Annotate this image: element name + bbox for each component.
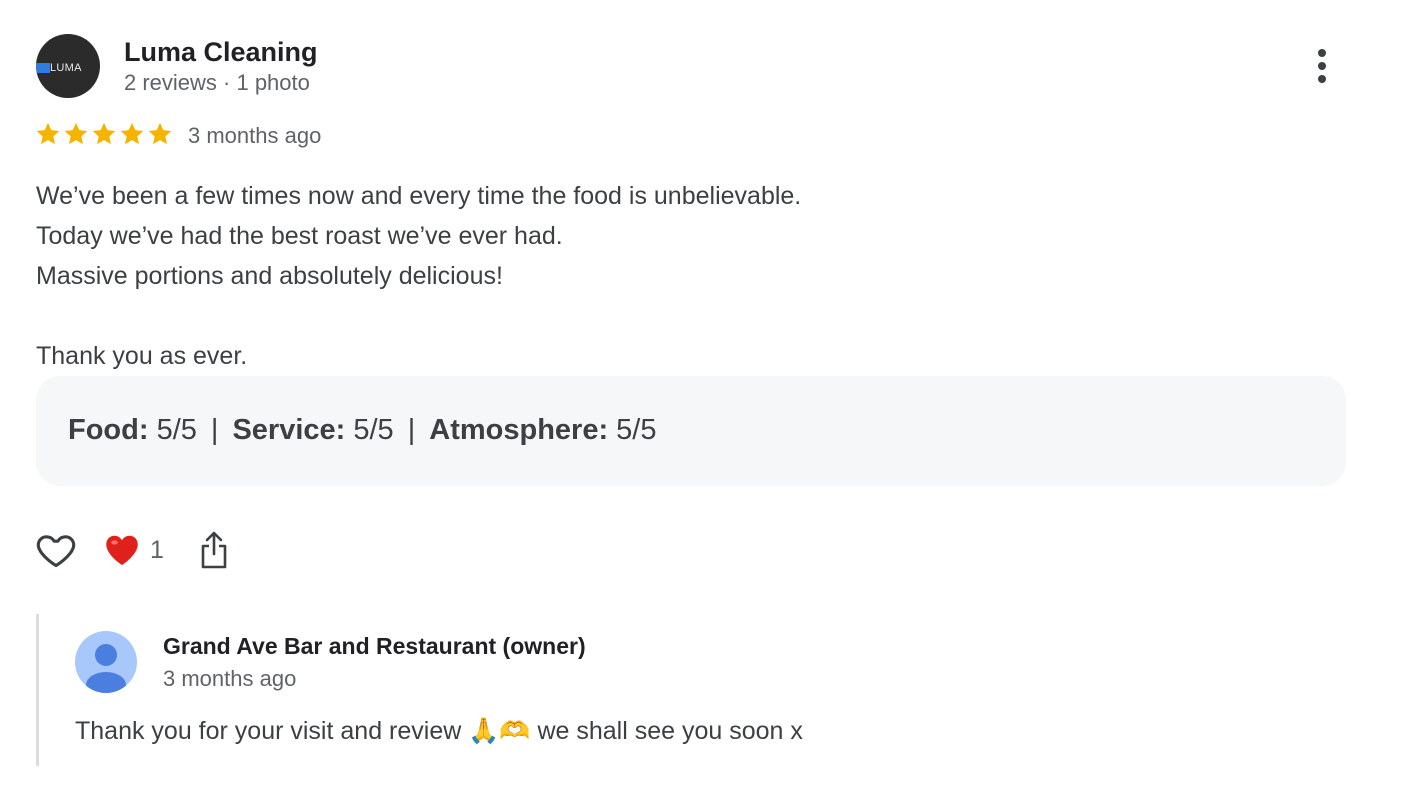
star-icon bbox=[36, 122, 60, 145]
more-vert-icon-dot bbox=[1318, 62, 1326, 70]
more-options-button[interactable] bbox=[1300, 44, 1344, 88]
star-rating bbox=[34, 120, 174, 148]
red-heart-emoji-icon bbox=[106, 535, 138, 565]
share-icon bbox=[201, 531, 227, 569]
reply-text-start: Thank you for your visit and review bbox=[75, 717, 469, 745]
reaction-summary[interactable]: 1 bbox=[104, 532, 164, 568]
reaction-count: 1 bbox=[150, 536, 164, 564]
sub-ratings-line: Food: 5/5 | Service: 5/5 | Atmosphere: 5/5 bbox=[68, 412, 657, 448]
sub-rating-value: 5/5 bbox=[353, 414, 394, 446]
sub-rating-label: Atmosphere: bbox=[429, 414, 609, 446]
sub-rating-value: 5/5 bbox=[616, 414, 657, 446]
owner-reply-text: Thank you for your visit and review 🙏🫶 w… bbox=[75, 714, 803, 748]
like-button[interactable] bbox=[34, 528, 78, 572]
review-line: Thank you as ever. bbox=[36, 342, 248, 370]
sub-rating-label: Food: bbox=[68, 414, 149, 446]
separator: | bbox=[210, 414, 219, 446]
more-vert-icon-dot bbox=[1318, 75, 1326, 83]
review-card: LUMA Luma Cleaning 2 reviews · 1 photo 3… bbox=[0, 0, 1414, 796]
more-vert-icon-dot bbox=[1318, 49, 1326, 57]
star-icon bbox=[92, 122, 116, 145]
sub-rating-label: Service: bbox=[232, 414, 346, 446]
star-icon bbox=[148, 122, 172, 145]
heart-outline-icon bbox=[36, 535, 76, 568]
sub-ratings-box: Food: 5/5 | Service: 5/5 | Atmosphere: 5/5 bbox=[36, 376, 1346, 486]
owner-reply: Grand Ave Bar and Restaurant (owner) 3 m… bbox=[36, 614, 1139, 766]
avatar-logo-bar bbox=[36, 63, 50, 73]
person-icon bbox=[86, 644, 126, 693]
star-icon bbox=[120, 122, 144, 145]
praying-hands-emoji-icon: 🙏 bbox=[468, 717, 500, 745]
review-line: We’ve been a few times now and every tim… bbox=[36, 182, 802, 210]
avatar-logo-text: LUMA bbox=[50, 62, 82, 74]
review-line: Massive portions and absolutely deliciou… bbox=[36, 262, 503, 290]
review-time: 3 months ago bbox=[188, 123, 322, 148]
sub-rating-value: 5/5 bbox=[156, 414, 197, 446]
owner-avatar bbox=[75, 631, 137, 693]
star-icon bbox=[64, 122, 88, 145]
owner-reply-time: 3 months ago bbox=[163, 666, 297, 691]
owner-name: Grand Ave Bar and Restaurant (owner) bbox=[163, 633, 586, 659]
review-text: We’ve been a few times now and every tim… bbox=[36, 176, 1336, 376]
share-button[interactable] bbox=[198, 530, 230, 570]
review-line: Today we’ve had the best roast we’ve eve… bbox=[36, 222, 563, 250]
reply-text-end: we shall see you soon x bbox=[530, 717, 803, 745]
author-avatar[interactable]: LUMA bbox=[36, 34, 100, 98]
author-stats: 2 reviews · 1 photo bbox=[124, 70, 310, 95]
separator: | bbox=[407, 414, 416, 446]
heart-hands-emoji-icon: 🫶 bbox=[499, 717, 531, 745]
author-name[interactable]: Luma Cleaning bbox=[124, 36, 318, 68]
